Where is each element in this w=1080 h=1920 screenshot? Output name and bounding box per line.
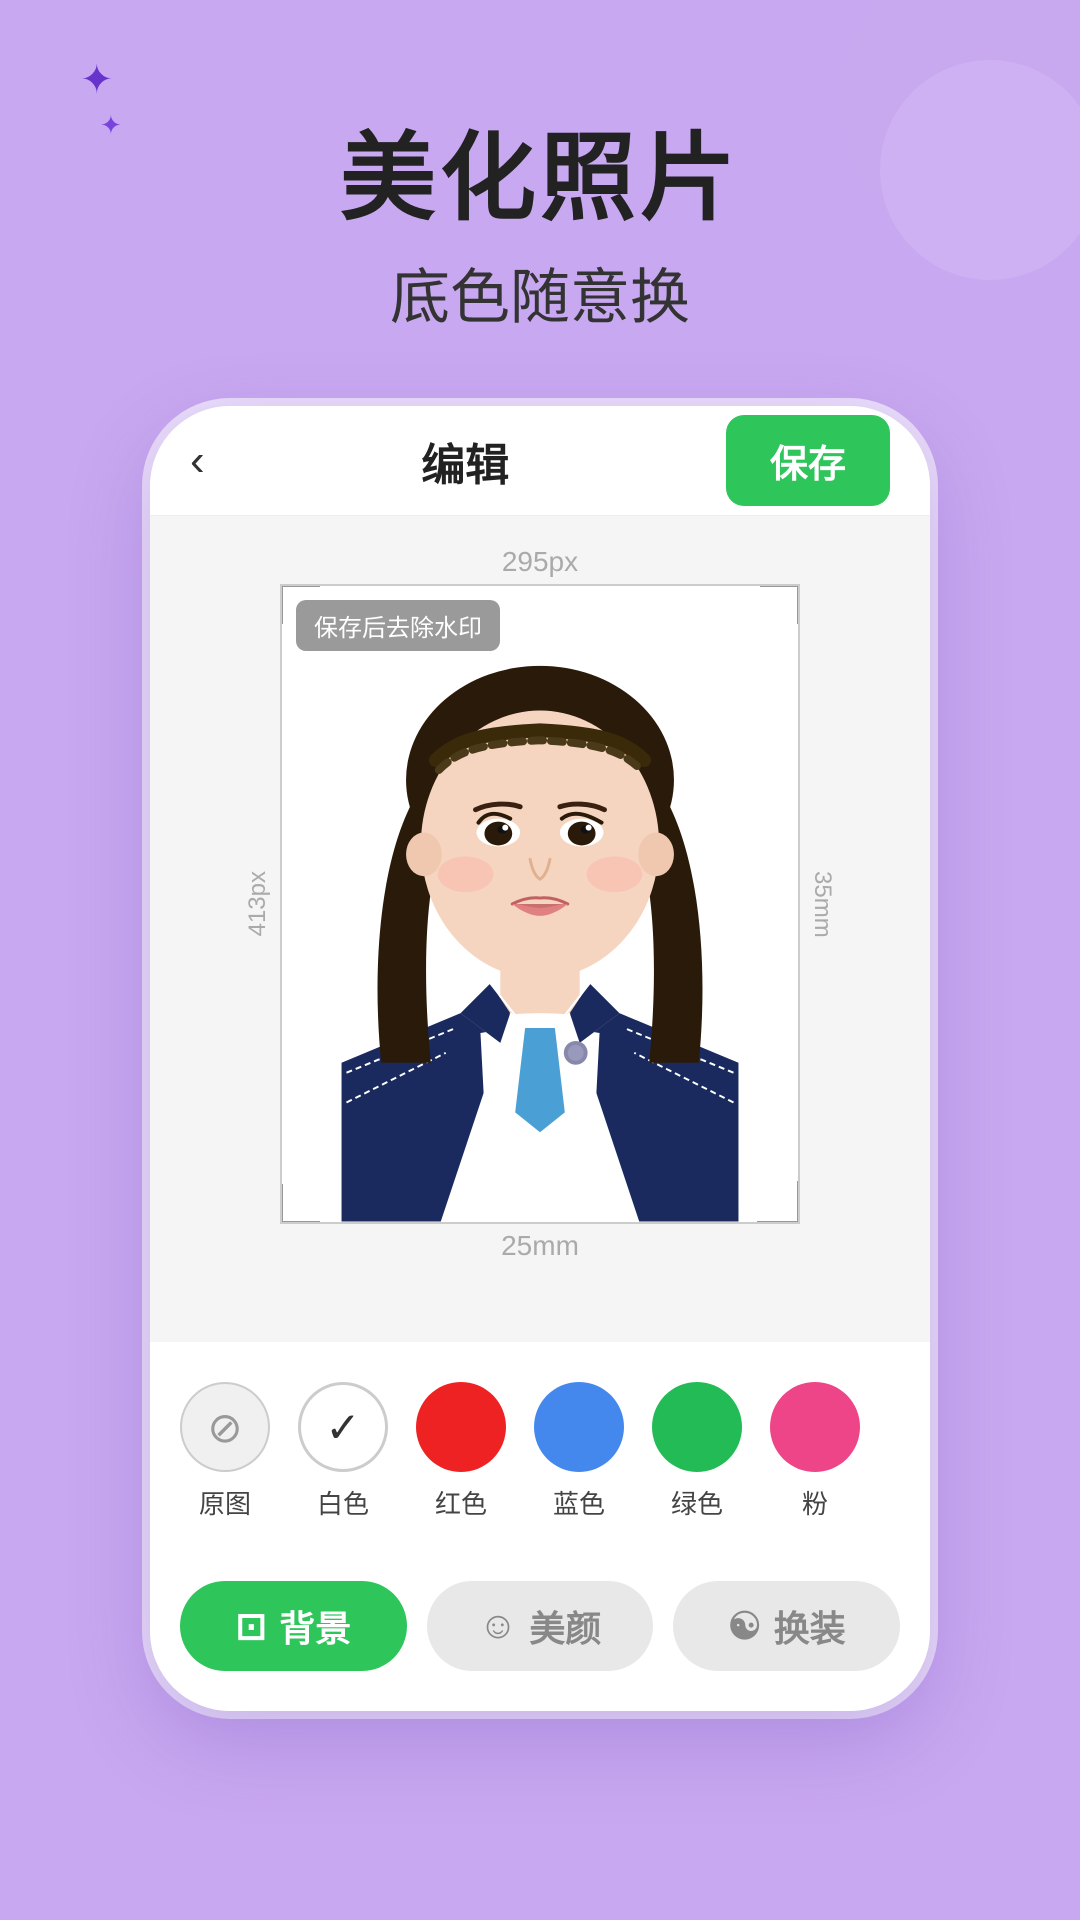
tab-label-beauty: 美颜	[529, 1600, 601, 1652]
tab-bar: ⊡ 背景 ☺ 美颜 ☯ 换装	[150, 1561, 930, 1711]
color-label-blue: 蓝色	[553, 1484, 605, 1521]
page-background: ✦ ✦ 美化照片 底色随意换 ‹ 编辑 保存 295px 413px	[0, 0, 1080, 1920]
color-circle-blue	[534, 1382, 624, 1472]
color-picker-area: ⊘ 原图 ✓ 白色 红色 蓝色 绿色 粉	[150, 1342, 930, 1561]
tab-icon-beauty: ☺	[479, 1605, 518, 1648]
color-label-green: 绿色	[671, 1484, 723, 1521]
phone-mockup: ‹ 编辑 保存 295px 413px 保存后去除水印	[150, 406, 930, 1711]
dimension-right: 35mm	[808, 871, 836, 938]
photo-frame-wrapper: 295px 413px 保存后去除水印	[244, 546, 836, 1262]
tab-label-outfit: 换装	[774, 1600, 846, 1652]
color-label-red: 红色	[435, 1484, 487, 1521]
color-circle-pink	[770, 1382, 860, 1472]
page-title: 编辑	[421, 429, 509, 493]
dimension-left: 413px	[244, 871, 272, 936]
top-bar: ‹ 编辑 保存	[150, 406, 930, 516]
color-option-blue[interactable]: 蓝色	[534, 1382, 624, 1521]
color-circle-red	[416, 1382, 506, 1472]
dimension-bottom: 25mm	[501, 1230, 579, 1262]
person-photo	[282, 586, 798, 1222]
photo-frame: 保存后去除水印	[280, 584, 800, 1224]
photo-area: 295px 413px 保存后去除水印	[150, 516, 930, 1282]
tab-outfit[interactable]: ☯ 换装	[673, 1581, 900, 1671]
save-button[interactable]: 保存	[726, 415, 890, 506]
color-circle-white: ✓	[298, 1382, 388, 1472]
bottom-space	[150, 1282, 930, 1342]
color-circle-original: ⊘	[180, 1382, 270, 1472]
color-circle-green	[652, 1382, 742, 1472]
tab-background[interactable]: ⊡ 背景	[180, 1581, 407, 1671]
tab-label-background: 背景	[279, 1600, 351, 1652]
color-option-white[interactable]: ✓ 白色	[298, 1382, 388, 1521]
corner-tr	[760, 584, 800, 624]
tab-icon-outfit: ☯	[728, 1604, 762, 1649]
color-label-white: 白色	[317, 1484, 369, 1521]
tab-beauty[interactable]: ☺ 美颜	[427, 1581, 654, 1671]
watermark-badge: 保存后去除水印	[296, 600, 500, 651]
dimension-top: 295px	[502, 546, 578, 578]
tab-icon-background: ⊡	[235, 1604, 267, 1649]
color-options: ⊘ 原图 ✓ 白色 红色 蓝色 绿色 粉	[180, 1382, 900, 1531]
header-area: 美化照片 底色随意换	[0, 0, 1080, 376]
color-option-original[interactable]: ⊘ 原图	[180, 1382, 270, 1521]
corner-br	[760, 1184, 800, 1224]
color-label-pink: 粉	[802, 1484, 828, 1521]
sub-title: 底色随意换	[390, 249, 690, 336]
corner-bl	[280, 1184, 320, 1224]
color-option-red[interactable]: 红色	[416, 1382, 506, 1521]
photo-frame-row: 413px 保存后去除水印	[244, 584, 836, 1224]
main-title: 美化照片	[340, 100, 740, 239]
back-button[interactable]: ‹	[190, 436, 205, 486]
color-option-pink[interactable]: 粉	[770, 1382, 860, 1521]
color-option-green[interactable]: 绿色	[652, 1382, 742, 1521]
color-label-original: 原图	[199, 1484, 251, 1521]
